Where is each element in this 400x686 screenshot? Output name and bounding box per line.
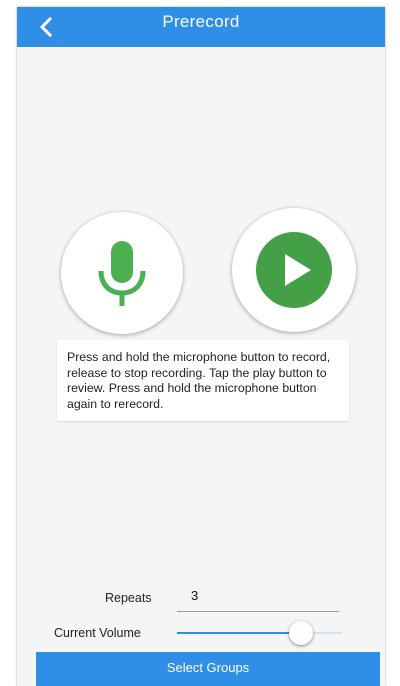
select-groups-button[interactable]: Select Groups [36, 652, 380, 686]
play-button[interactable] [232, 208, 356, 332]
slider-thumb[interactable] [289, 621, 313, 645]
volume-slider[interactable] [177, 620, 342, 646]
current-volume-label: Current Volume [54, 626, 141, 640]
record-button[interactable] [61, 212, 183, 334]
page-title: Prerecord [162, 12, 240, 31]
repeats-input[interactable]: 3 [177, 585, 339, 612]
microphone-icon [98, 241, 146, 306]
app-bar: Prerecord [17, 7, 385, 47]
instructions-card: Press and hold the microphone button to … [57, 340, 349, 421]
slider-fill [177, 632, 301, 634]
repeats-value: 3 [191, 588, 199, 603]
app-screen: Prerecord Press and hold the microphone … [17, 7, 385, 686]
repeats-label: Repeats [105, 591, 152, 605]
play-icon [256, 232, 332, 308]
